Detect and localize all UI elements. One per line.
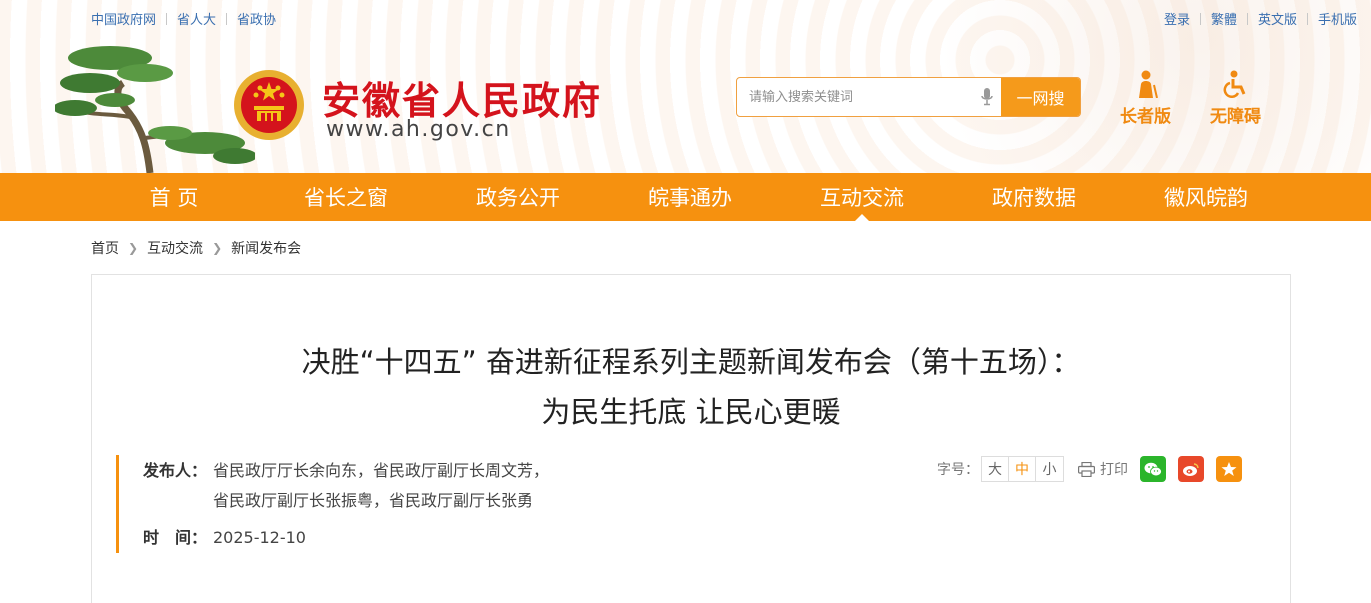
- publisher-line1: 省民政厅厅长余向东，省民政厅副厅长周文芳，: [213, 461, 550, 480]
- weibo-share-icon[interactable]: [1178, 456, 1204, 482]
- chevron-right-icon: ❯: [128, 241, 139, 255]
- main-nav: 首 页 省长之窗 政务公开 皖事通办 互动交流 政府数据 徽风皖韵: [0, 173, 1371, 221]
- time-row: 时 间： 2025-12-10: [143, 523, 306, 553]
- article-meta: 发布人： 省民政厅厅长余向东，省民政厅副厅长周文芳， 省民政厅副厅长张振粤，省民政…: [116, 455, 1266, 553]
- barrier-free-label: 无障碍: [1210, 107, 1261, 127]
- publish-time: 2025-12-10: [213, 528, 306, 547]
- national-emblem-image: [234, 70, 304, 140]
- time-label: 时 间：: [143, 528, 208, 547]
- nav-services[interactable]: 皖事通办: [604, 173, 776, 221]
- font-size-label: 字号：: [937, 462, 979, 478]
- chevron-right-icon: ❯: [212, 241, 223, 255]
- huangshan-pine-image: [55, 46, 255, 173]
- font-size-medium[interactable]: 中: [1009, 457, 1036, 481]
- breadcrumb-home[interactable]: 首页: [91, 238, 119, 258]
- nav-home[interactable]: 首 页: [88, 173, 260, 221]
- site-header: 中国政府网 省人大 省政协 登录 繁體 英文版 手机版 安徽省人民政府 www.…: [0, 0, 1371, 173]
- article-container: 决胜“十四五” 奋进新征程系列主题新闻发布会（第十五场）： 为民生托底 让民心更…: [91, 274, 1291, 603]
- divider: [226, 12, 228, 25]
- breadcrumb-interaction[interactable]: 互动交流: [147, 238, 203, 258]
- font-size-large[interactable]: 大: [982, 457, 1009, 481]
- nav-gov-affairs[interactable]: 政务公开: [432, 173, 604, 221]
- search-button[interactable]: 一网搜: [1001, 78, 1080, 116]
- mobile-version-link[interactable]: 手机版: [1318, 9, 1357, 28]
- nav-interaction[interactable]: 互动交流: [776, 173, 948, 221]
- divider: [1306, 12, 1308, 25]
- wheelchair-icon: [1210, 70, 1261, 98]
- top-links-right: 登录 繁體 英文版 手机版: [1164, 9, 1357, 28]
- elder-mode-label: 长者版: [1120, 107, 1171, 127]
- site-url: www.ah.gov.cn: [326, 117, 511, 142]
- microphone-icon[interactable]: [973, 78, 1001, 116]
- link-provincial-congress[interactable]: 省人大: [177, 9, 216, 28]
- print-button[interactable]: 打印: [1078, 459, 1128, 479]
- barrier-free-button[interactable]: 无障碍: [1210, 70, 1261, 127]
- publisher-label: 发布人：: [143, 461, 208, 480]
- top-links-left: 中国政府网 省人大 省政协: [91, 9, 276, 28]
- font-size-small[interactable]: 小: [1036, 457, 1063, 481]
- divider: [166, 12, 168, 25]
- nav-governor[interactable]: 省长之窗: [260, 173, 432, 221]
- elder-mode-button[interactable]: 长者版: [1120, 70, 1171, 127]
- divider: [1199, 12, 1201, 25]
- nav-culture[interactable]: 徽风皖韵: [1120, 173, 1292, 221]
- article-title-line1: 决胜“十四五” 奋进新征程系列主题新闻发布会（第十五场）：: [301, 345, 1081, 379]
- login-link[interactable]: 登录: [1164, 9, 1190, 28]
- search-box: 一网搜: [736, 77, 1081, 117]
- nav-gov-data[interactable]: 政府数据: [948, 173, 1120, 221]
- link-provincial-cppcc[interactable]: 省政协: [237, 9, 276, 28]
- print-label: 打印: [1100, 462, 1128, 478]
- article-title-line2: 为民生托底 让民心更暖: [541, 395, 841, 429]
- divider: [1246, 12, 1248, 25]
- printer-icon: [1078, 461, 1095, 477]
- favorite-star-icon[interactable]: [1216, 456, 1242, 482]
- search-input[interactable]: [737, 78, 973, 116]
- wechat-share-icon[interactable]: [1140, 456, 1166, 482]
- publisher-line2: 省民政厅副厅长张振粤，省民政厅副厅长张勇: [213, 491, 534, 510]
- publisher-row: 发布人： 省民政厅厅长余向东，省民政厅副厅长周文芳，: [143, 456, 549, 486]
- elderly-person-icon: [1120, 70, 1171, 98]
- english-version-link[interactable]: 英文版: [1258, 9, 1297, 28]
- publisher-row-2: 省民政厅副厅长张振粤，省民政厅副厅长张勇: [213, 486, 533, 516]
- breadcrumb-press-conference[interactable]: 新闻发布会: [231, 238, 301, 258]
- article-title: 决胜“十四五” 奋进新征程系列主题新闻发布会（第十五场）： 为民生托底 让民心更…: [92, 337, 1290, 437]
- breadcrumb: 首页 ❯ 互动交流 ❯ 新闻发布会: [91, 238, 301, 258]
- traditional-chinese-link[interactable]: 繁體: [1211, 9, 1237, 28]
- link-gov-cn[interactable]: 中国政府网: [91, 9, 156, 28]
- article-tools: 字号： 大 中 小 打印: [937, 455, 1242, 483]
- font-size-switcher: 大 中 小: [981, 456, 1064, 482]
